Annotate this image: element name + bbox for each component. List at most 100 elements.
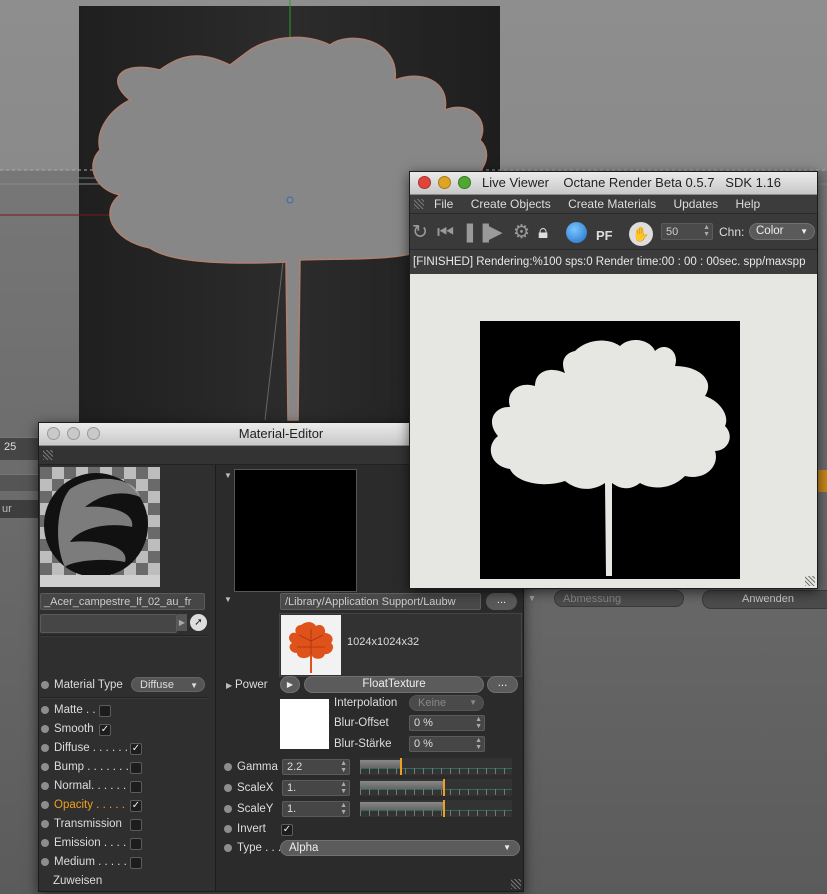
stepper-icon[interactable]: ▲ ▼ [340,802,347,816]
animation-dot-icon[interactable] [41,781,49,790]
lock-icon[interactable]: 🔒︎ [538,223,548,243]
type-select[interactable]: Alpha ▼ [280,840,520,856]
material-type-select[interactable]: Diffuse ▼ [131,677,205,692]
channel-matte-row[interactable]: Matte . . [39,701,96,719]
animation-dot-icon[interactable] [41,800,49,809]
blur-offset-field[interactable]: 0 % ▲ ▼ [409,715,485,731]
channel-opacity-row[interactable]: Opacity . . . . . [39,796,125,814]
slider-handle[interactable] [442,779,445,796]
channel-smooth-checkbox[interactable]: ✓ [99,724,111,736]
apply-button[interactable]: Anwenden [702,590,827,609]
panel-icon[interactable] [818,470,827,492]
minimize-window-button[interactable] [438,176,451,189]
gamma-slider[interactable] [360,758,512,775]
power-link-button[interactable]: ▶ [280,676,300,693]
assign-label[interactable]: Zuweisen [53,872,102,890]
animation-dot-icon[interactable] [41,724,49,733]
restart-icon[interactable]: ⏮ [437,223,454,243]
close-window-button[interactable] [418,176,431,189]
picker-arrow-icon[interactable]: ➚ [190,614,207,631]
pick-focus-icon[interactable]: ✋ [629,222,653,246]
channel-normal-checkbox[interactable] [130,781,142,793]
animation-dot-icon[interactable] [41,819,49,828]
gamma-field[interactable]: 2.2 ▲ ▼ [282,759,350,775]
collapse-triangle-icon[interactable]: ▼ [224,595,232,604]
samples-field[interactable]: 50 ▲ ▼ [661,223,713,240]
stepper-icon[interactable]: ▲ ▼ [340,760,347,774]
animation-dot-icon[interactable] [41,857,49,866]
invert-checkbox[interactable]: ✓ [281,824,293,836]
left-panel-tab[interactable] [0,474,38,491]
animation-dot-icon[interactable] [224,783,232,792]
color-swatch[interactable] [280,699,329,749]
refresh-icon[interactable]: ↻ [412,223,428,243]
channel-medium-checkbox[interactable] [130,857,142,869]
menu-create-objects[interactable]: Create Objects [471,197,551,211]
menu-file[interactable]: File [434,197,453,211]
close-window-button[interactable] [47,427,60,440]
pf-icon[interactable]: PF [596,226,613,246]
channel-transmission-checkbox[interactable] [130,819,142,831]
chevron-down-icon[interactable]: ▼ [524,590,540,607]
channel-opacity-checkbox[interactable]: ✓ [130,800,142,812]
slider-handle[interactable] [400,758,403,775]
play-icon[interactable]: ▶ [488,223,503,243]
animation-dot-icon[interactable] [41,762,49,771]
channel-select[interactable]: Color ▼ [749,223,815,240]
settings-gear-icon[interactable]: ⚙ [513,223,530,243]
stepper-icon[interactable]: ▲ ▼ [340,781,347,795]
power-floattexture-button[interactable]: FloatTexture [304,676,484,693]
channel-normal-row[interactable]: Normal. . . . . . [39,777,126,795]
resize-grip-icon[interactable] [511,879,521,889]
browse-texture-button[interactable]: ... [486,593,517,610]
scalex-field[interactable]: 1. ▲ ▼ [282,780,350,796]
collapse-triangle-icon[interactable]: ▼ [224,471,232,480]
channel-emission-row[interactable]: Emission . . . . [39,834,126,852]
slider-handle[interactable] [442,800,445,817]
scaley-field[interactable]: 1. ▲ ▼ [282,801,350,817]
grip-icon[interactable] [414,199,424,209]
animation-dot-icon[interactable] [41,705,49,714]
channel-transmission-row[interactable]: Transmission [39,815,122,833]
dimension-dropdown[interactable]: Abmessung [554,590,684,607]
channel-matte-checkbox[interactable] [99,705,111,717]
zoom-window-button[interactable] [87,427,100,440]
scaley-slider[interactable] [360,800,512,817]
stepper-icon[interactable]: ▲ ▼ [475,716,482,730]
zoom-window-button[interactable] [458,176,471,189]
blur-strength-field[interactable]: 0 % ▲ ▼ [409,736,485,752]
material-link-field[interactable] [40,614,177,633]
expand-triangle-icon[interactable]: ▶ [226,681,232,690]
menu-updates[interactable]: Updates [673,197,718,211]
channel-diffuse-row[interactable]: Diffuse . . . . . . [39,739,128,757]
scalex-slider[interactable] [360,779,512,796]
channel-diffuse-checkbox[interactable]: ✓ [130,743,142,755]
animation-dot-icon[interactable] [41,680,49,689]
minimize-window-button[interactable] [67,427,80,440]
channel-bump-row[interactable]: Bump . . . . . . . [39,758,129,776]
channel-bump-checkbox[interactable] [130,762,142,774]
render-output[interactable] [410,274,817,588]
interpolation-select[interactable]: Keine ▼ [409,695,484,711]
menu-help[interactable]: Help [736,197,761,211]
resize-grip-icon[interactable] [805,576,815,586]
animation-dot-icon[interactable] [224,843,232,852]
grip-icon[interactable] [43,450,53,460]
sphere-icon[interactable] [566,222,587,243]
animation-dot-icon[interactable] [224,762,232,771]
texture-path-field[interactable]: /Library/Application Support/Laubw [280,593,481,610]
material-preview[interactable] [40,467,160,587]
stepper-icon[interactable]: ▲ ▼ [475,737,482,751]
animation-dot-icon[interactable] [224,804,232,813]
texture-thumbnail[interactable] [281,615,341,675]
channel-medium-row[interactable]: Medium . . . . . [39,853,127,871]
animation-dot-icon[interactable] [224,824,232,833]
menu-create-materials[interactable]: Create Materials [568,197,656,211]
chevron-right-icon[interactable]: ▶ [177,614,187,631]
power-options-button[interactable]: ... [487,676,518,693]
channel-emission-checkbox[interactable] [130,838,142,850]
animation-dot-icon[interactable] [41,743,49,752]
stepper-icon[interactable]: ▲ ▼ [703,224,710,238]
animation-dot-icon[interactable] [41,838,49,847]
material-name-field[interactable]: _Acer_campestre_lf_02_au_fr [40,593,205,610]
